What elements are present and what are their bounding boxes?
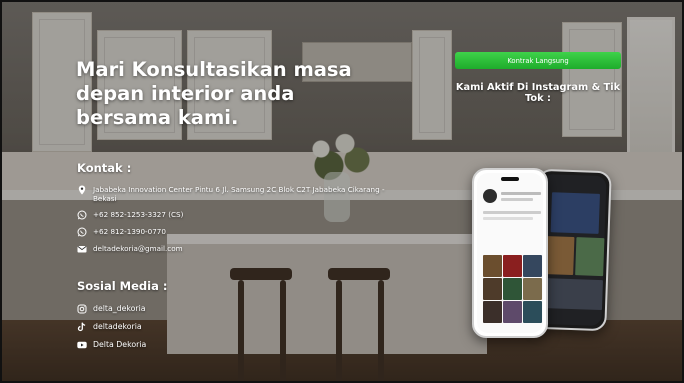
contact-whatsapp-cs-text[interactable]: +62 852-1253-3327 (CS) bbox=[93, 210, 183, 219]
social-list: delta_dekoria deltadekoria Delta Dekoria bbox=[77, 304, 146, 358]
screen-image-tile bbox=[483, 255, 502, 277]
whatsapp-icon bbox=[77, 227, 87, 237]
location-pin-icon bbox=[77, 185, 87, 195]
tiktok-icon bbox=[77, 322, 87, 332]
screen-text-line bbox=[501, 192, 541, 195]
social-instagram-text[interactable]: delta_dekoria bbox=[93, 304, 146, 313]
consultation-banner: Mari Konsultasikan masa depan interior a… bbox=[0, 0, 684, 383]
screen-text-line bbox=[483, 217, 533, 220]
screen-image-tile bbox=[483, 278, 502, 300]
mail-icon bbox=[77, 244, 87, 254]
contact-direct-button[interactable]: Kontrak Langsung bbox=[455, 52, 621, 69]
social-title: Sosial Media : bbox=[77, 279, 168, 293]
contact-list: Jababeka Innovation Center Pintu 6 Jl. S… bbox=[77, 185, 393, 261]
screen-image-tile bbox=[550, 192, 600, 234]
contact-whatsapp-2[interactable]: +62 812-1390-0770 bbox=[77, 227, 393, 237]
contact-whatsapp-cs[interactable]: +62 852-1253-3327 (CS) bbox=[77, 210, 393, 220]
screen-text-line bbox=[483, 211, 541, 214]
screen-image-tile bbox=[575, 237, 605, 277]
youtube-icon bbox=[77, 340, 87, 350]
contact-email[interactable]: deltadekoria@gmail.com bbox=[77, 244, 393, 254]
phone-mockup-instagram bbox=[472, 168, 548, 338]
screen-image-tile bbox=[503, 278, 522, 300]
screen-image-tile bbox=[503, 255, 522, 277]
contact-address: Jababeka Innovation Center Pintu 6 Jl. S… bbox=[77, 185, 393, 203]
social-youtube[interactable]: Delta Dekoria bbox=[77, 340, 146, 350]
active-social-text: Kami Aktif Di Instagram & Tik Tok : bbox=[455, 82, 621, 104]
screen-image-tile bbox=[545, 236, 575, 276]
phone-screen bbox=[477, 173, 543, 333]
social-instagram[interactable]: delta_dekoria bbox=[77, 304, 146, 314]
hero-headline: Mari Konsultasikan masa depan interior a… bbox=[76, 58, 352, 129]
social-tiktok[interactable]: deltadekoria bbox=[77, 322, 146, 332]
instagram-icon bbox=[77, 304, 87, 314]
screen-image-tile bbox=[523, 301, 542, 323]
screen-image-tile bbox=[503, 301, 522, 323]
screen-image-tile bbox=[523, 278, 542, 300]
screen-text-line bbox=[501, 198, 533, 201]
social-youtube-text[interactable]: Delta Dekoria bbox=[93, 340, 146, 349]
contact-email-text[interactable]: deltadekoria@gmail.com bbox=[93, 244, 183, 253]
profile-avatar-tile bbox=[483, 189, 497, 203]
screen-image-tile bbox=[483, 301, 502, 323]
contact-address-text: Jababeka Innovation Center Pintu 6 Jl. S… bbox=[93, 185, 385, 203]
contact-whatsapp-2-text[interactable]: +62 812-1390-0770 bbox=[93, 227, 166, 236]
screen-image-tile bbox=[543, 278, 603, 311]
screen-image-tile bbox=[523, 255, 542, 277]
whatsapp-icon bbox=[77, 210, 87, 220]
phone-notch bbox=[501, 177, 519, 181]
contact-title: Kontak : bbox=[77, 161, 132, 175]
social-tiktok-text[interactable]: deltadekoria bbox=[93, 322, 142, 331]
